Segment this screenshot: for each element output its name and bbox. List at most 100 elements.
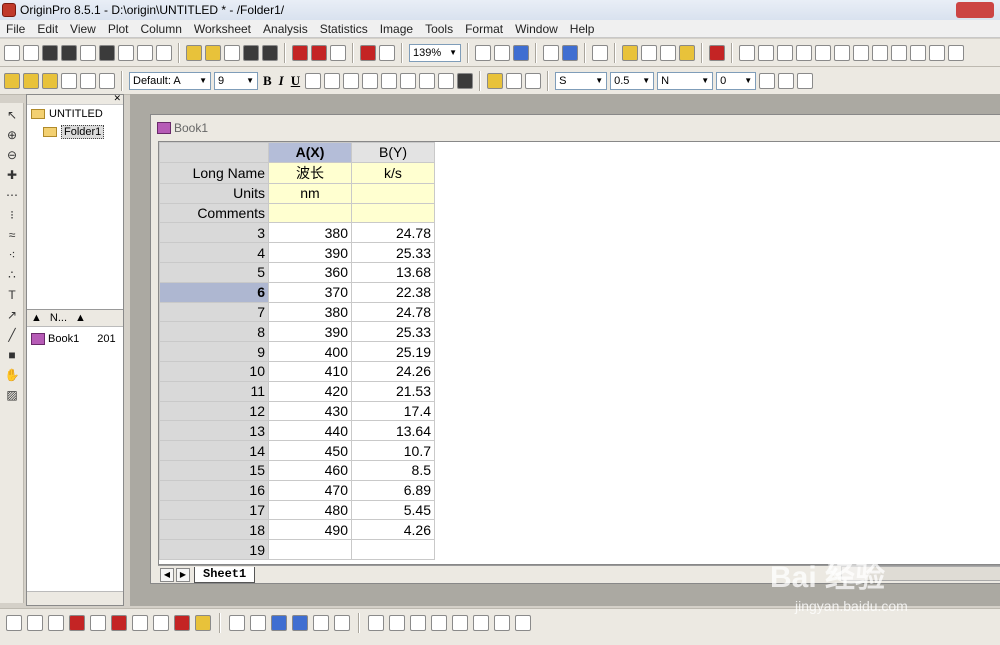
column-align-icon[interactable]	[438, 72, 455, 89]
object-ungroup-icon[interactable]	[473, 614, 489, 631]
row-label-long-name[interactable]: Long Name	[159, 161, 269, 184]
save-icon[interactable]	[243, 44, 259, 61]
row-number[interactable]: 9	[159, 341, 269, 362]
axis-bottom-icon[interactable]	[872, 44, 888, 61]
tree-item-root[interactable]: UNTITLED	[27, 105, 123, 123]
cell-a[interactable]: 390	[268, 242, 352, 263]
open-template-icon[interactable]	[205, 44, 221, 61]
cell-a[interactable]: 430	[268, 400, 352, 422]
import-tool-icon[interactable]	[42, 72, 58, 89]
duplicate-icon[interactable]	[562, 44, 578, 61]
menu-plot[interactable]: Plot	[102, 22, 135, 36]
cell-b[interactable]: 6.89	[351, 479, 435, 501]
column-plot-icon[interactable]	[69, 614, 85, 631]
corner-cell[interactable]	[159, 142, 269, 163]
text-tool-icon[interactable]: T	[4, 287, 20, 303]
sort-arrow-icon[interactable]: ▲	[27, 312, 46, 324]
subscript-icon[interactable]	[324, 72, 341, 89]
pattern-color-icon[interactable]	[525, 72, 542, 89]
import-ascii-icon[interactable]	[292, 44, 308, 61]
object-align-left-icon[interactable]	[368, 614, 384, 631]
row-number[interactable]: 5	[159, 261, 269, 283]
cell-a[interactable]: 440	[268, 420, 352, 442]
back-icon[interactable]	[515, 614, 531, 631]
area-plot-icon[interactable]	[132, 614, 148, 631]
italic-button[interactable]: I	[277, 73, 286, 89]
3d-wire-icon[interactable]	[292, 614, 308, 631]
3d-scatter-icon[interactable]	[313, 614, 329, 631]
fill-select[interactable]: N ▼	[657, 71, 714, 90]
menu-window[interactable]: Window	[509, 22, 564, 36]
cell-b[interactable]: 17.4	[351, 400, 435, 422]
cell-b[interactable]: 25.19	[351, 341, 435, 362]
scatter-plot-icon[interactable]	[27, 614, 43, 631]
cell-b[interactable]: 25.33	[351, 242, 435, 263]
row-number[interactable]: 4	[159, 242, 269, 263]
row-number[interactable]: 12	[159, 400, 269, 422]
run-icon[interactable]	[379, 44, 395, 61]
results-log-icon[interactable]	[622, 44, 638, 61]
row-number[interactable]: 6	[159, 281, 269, 303]
decrease-font-icon[interactable]	[400, 72, 417, 89]
line-symbol-plot-icon[interactable]	[48, 614, 64, 631]
menu-edit[interactable]: Edit	[31, 22, 64, 36]
cell-b[interactable]: 5.45	[351, 499, 435, 521]
line-tool-icon[interactable]: ╱	[4, 327, 20, 343]
contour-plot-icon[interactable]	[153, 614, 169, 631]
cell-b[interactable]: 22.38	[351, 281, 435, 303]
row-number[interactable]: 16	[159, 479, 269, 501]
column-header-name[interactable]: N...	[46, 312, 71, 324]
row-number[interactable]: 3	[159, 222, 269, 244]
new-graph-icon[interactable]	[42, 44, 58, 61]
menu-file[interactable]: File	[0, 22, 31, 36]
data-selector-icon[interactable]: ⋯	[4, 187, 20, 203]
units-cell-a[interactable]: nm	[268, 182, 352, 204]
worksheet-tool-icon[interactable]	[4, 72, 20, 89]
menu-tools[interactable]: Tools	[419, 22, 459, 36]
menu-analysis[interactable]: Analysis	[257, 22, 314, 36]
scale-icon[interactable]: ≈	[4, 227, 20, 243]
align-icon[interactable]	[419, 72, 436, 89]
project-explorer-icon[interactable]	[592, 44, 608, 61]
row-number[interactable]: 7	[159, 301, 269, 323]
cell-b[interactable]: 24.78	[351, 301, 435, 323]
region-tool-icon[interactable]: ▨	[4, 387, 20, 403]
stock-plot-icon[interactable]	[174, 614, 190, 631]
copy-page-icon[interactable]	[494, 44, 510, 61]
script-window-icon[interactable]	[641, 44, 657, 61]
tree-item-folder1[interactable]: Folder1	[27, 123, 123, 141]
axis-box-icon[interactable]	[929, 44, 945, 61]
draw-data-icon[interactable]: ∴	[4, 267, 20, 283]
3d-bars-icon[interactable]	[250, 614, 266, 631]
greek-icon[interactable]	[362, 72, 379, 89]
cell-b[interactable]: 13.64	[351, 420, 435, 442]
row-label-units[interactable]: Units	[159, 182, 269, 204]
new-function-icon[interactable]	[80, 44, 96, 61]
cell-a[interactable]: 360	[268, 261, 352, 283]
tab-prev-icon[interactable]: ◀	[160, 567, 174, 582]
front-icon[interactable]	[494, 614, 510, 631]
new-layout-icon[interactable]	[99, 44, 115, 61]
code-builder-icon[interactable]	[660, 44, 676, 61]
open-excel-icon[interactable]	[224, 44, 240, 61]
long-name-cell-b[interactable]: k/s	[351, 161, 435, 184]
row-number[interactable]: 18	[159, 519, 269, 541]
template-library-icon[interactable]	[195, 614, 211, 631]
axis-left-icon[interactable]	[853, 44, 869, 61]
row-number[interactable]: 17	[159, 499, 269, 521]
row-number[interactable]: 15	[159, 459, 269, 481]
close-button[interactable]	[956, 2, 994, 18]
row-label-comments[interactable]: Comments	[159, 202, 269, 224]
menu-view[interactable]: View	[64, 22, 102, 36]
cell-b[interactable]: 4.26	[351, 519, 435, 541]
zoom-in-icon[interactable]: ⊕	[4, 127, 20, 143]
arrange-layers-icon[interactable]	[739, 44, 755, 61]
cell-a[interactable]: 460	[268, 459, 352, 481]
layer-grid-2-icon[interactable]	[777, 44, 793, 61]
refresh-icon[interactable]	[543, 44, 559, 61]
new-excel-icon[interactable]	[137, 44, 153, 61]
column-tool-icon[interactable]	[23, 72, 39, 89]
comments-cell-a[interactable]	[268, 202, 352, 224]
cell-a[interactable]: 470	[268, 479, 352, 501]
cell-a[interactable]: 480	[268, 499, 352, 521]
